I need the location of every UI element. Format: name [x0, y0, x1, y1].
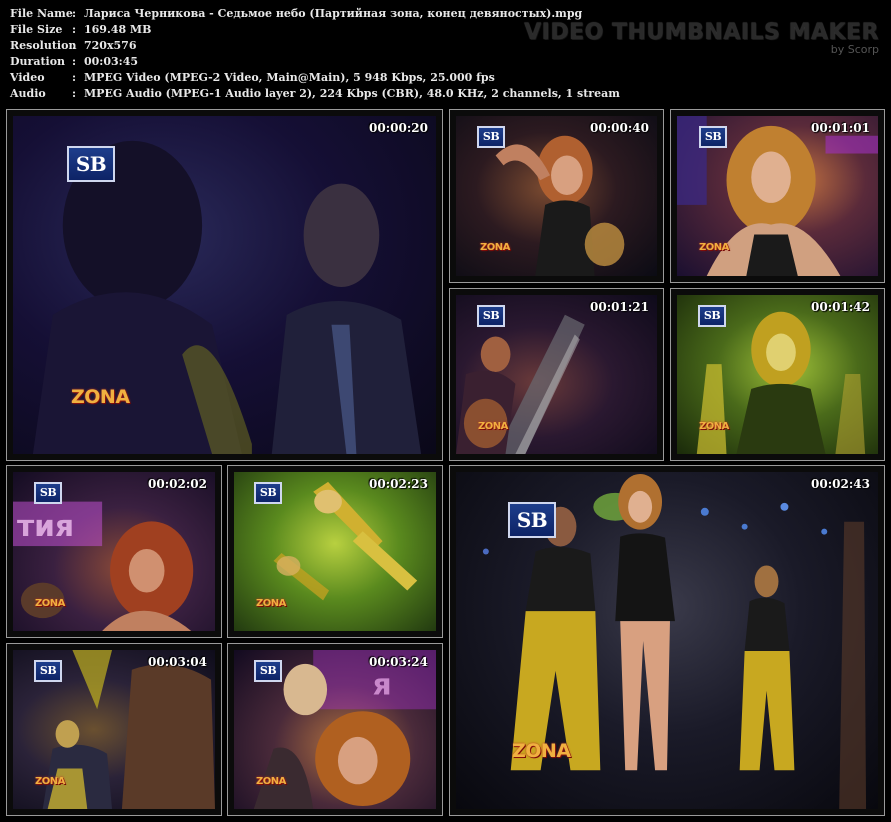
show-logo: ZONA [699, 421, 729, 432]
timestamp: 00:02:02 [148, 477, 207, 491]
video-frame: тия SB ZONA 00:02:02 [13, 472, 215, 631]
info-separator: : [72, 39, 77, 52]
brand-watermark: VIDEO THUMBNAILS MAKER by Scorp [524, 20, 879, 56]
info-separator: : [72, 87, 77, 100]
show-logo: ZONA [256, 598, 286, 609]
thumbnail-2[interactable]: SB ZONA 00:00:40 [449, 109, 664, 283]
channel-logo: SB [254, 482, 282, 504]
video-frame: SB ZONA 00:03:04 [13, 650, 215, 809]
info-value: 00:03:45 [84, 55, 139, 68]
info-separator: : [72, 23, 77, 36]
video-frame: SB ZONA 00:01:01 [677, 116, 878, 276]
info-value: MPEG Video (MPEG-2 Video, Main@Main), 5 … [84, 71, 495, 84]
svg-text:тия: тия [17, 508, 74, 543]
channel-logo: SB [34, 660, 62, 682]
show-logo: ZONA [35, 598, 65, 609]
info-key: Audio [10, 87, 46, 100]
timestamp: 00:02:23 [369, 477, 428, 491]
channel-logo: SB [477, 305, 505, 327]
timestamp: 00:01:01 [811, 121, 870, 135]
info-separator: : [72, 71, 77, 84]
brand-title: VIDEO THUMBNAILS MAKER [524, 20, 879, 45]
show-logo: ZONA [512, 740, 571, 762]
video-frame: SB ZONA 00:00:20 [13, 116, 436, 454]
timestamp: 00:00:20 [369, 121, 428, 135]
info-key: Video [10, 71, 45, 84]
info-value: Лариса Черникова - Седьмое небо (Партийн… [84, 7, 583, 20]
channel-logo: SB [254, 660, 282, 682]
info-value: 720x576 [84, 39, 137, 52]
show-logo: ZONA [35, 776, 65, 787]
thumbnail-9[interactable]: SB ZONA 00:03:04 [6, 643, 222, 816]
show-logo: ZONA [71, 386, 130, 408]
channel-logo: SB [34, 482, 62, 504]
video-frame: SB ZONA 00:01:21 [456, 295, 657, 454]
info-key: File Size [10, 23, 63, 36]
info-separator: : [72, 7, 77, 20]
info-value: MPEG Audio (MPEG-1 Audio layer 2), 224 K… [84, 87, 620, 100]
svg-text:я: я [373, 666, 392, 701]
info-separator: : [72, 55, 77, 68]
info-value: 169.48 MB [84, 23, 152, 36]
timestamp: 00:01:21 [590, 300, 649, 314]
show-logo: ZONA [478, 421, 508, 432]
thumbnail-3[interactable]: SB ZONA 00:01:01 [670, 109, 885, 283]
channel-logo: SB [477, 126, 505, 148]
thumbnail-10[interactable]: я SB ZONA 00:03:24 [227, 643, 443, 816]
info-key: Duration [10, 55, 66, 68]
thumbnail-4[interactable]: SB ZONA 00:01:21 [449, 288, 664, 461]
timestamp: 00:00:40 [590, 121, 649, 135]
video-frame: SB ZONA 00:02:23 [234, 472, 436, 631]
thumbnail-8[interactable]: SB ZONA 00:02:43 [449, 465, 885, 816]
show-logo: ZONA [699, 242, 729, 253]
channel-logo: SB [698, 305, 726, 327]
thumbnail-1[interactable]: SB ZONA 00:00:20 [6, 109, 443, 461]
timestamp: 00:03:04 [148, 655, 207, 669]
channel-logo: SB [67, 146, 115, 182]
info-row-video: Video : MPEG Video (MPEG-2 Video, Main@M… [10, 70, 620, 86]
timestamp: 00:02:43 [811, 477, 870, 491]
show-logo: ZONA [480, 242, 510, 253]
info-row-audio: Audio : MPEG Audio (MPEG-1 Audio layer 2… [10, 86, 620, 102]
show-logo: ZONA [256, 776, 286, 787]
video-frame: SB ZONA 00:01:42 [677, 295, 878, 454]
timestamp: 00:03:24 [369, 655, 428, 669]
thumbnail-6[interactable]: тия SB ZONA 00:02:02 [6, 465, 222, 638]
video-frame: SB ZONA 00:02:43 [456, 472, 878, 809]
thumbnail-5[interactable]: SB ZONA 00:01:42 [670, 288, 885, 461]
info-row-duration: Duration : 00:03:45 [10, 54, 620, 70]
timestamp: 00:01:42 [811, 300, 870, 314]
thumbnail-7[interactable]: SB ZONA 00:02:23 [227, 465, 443, 638]
channel-logo: SB [508, 502, 556, 538]
channel-logo: SB [699, 126, 727, 148]
info-key: Resolution [10, 39, 77, 52]
video-frame: SB ZONA 00:00:40 [456, 116, 657, 276]
video-frame: я SB ZONA 00:03:24 [234, 650, 436, 809]
info-key: File Name [10, 7, 73, 20]
